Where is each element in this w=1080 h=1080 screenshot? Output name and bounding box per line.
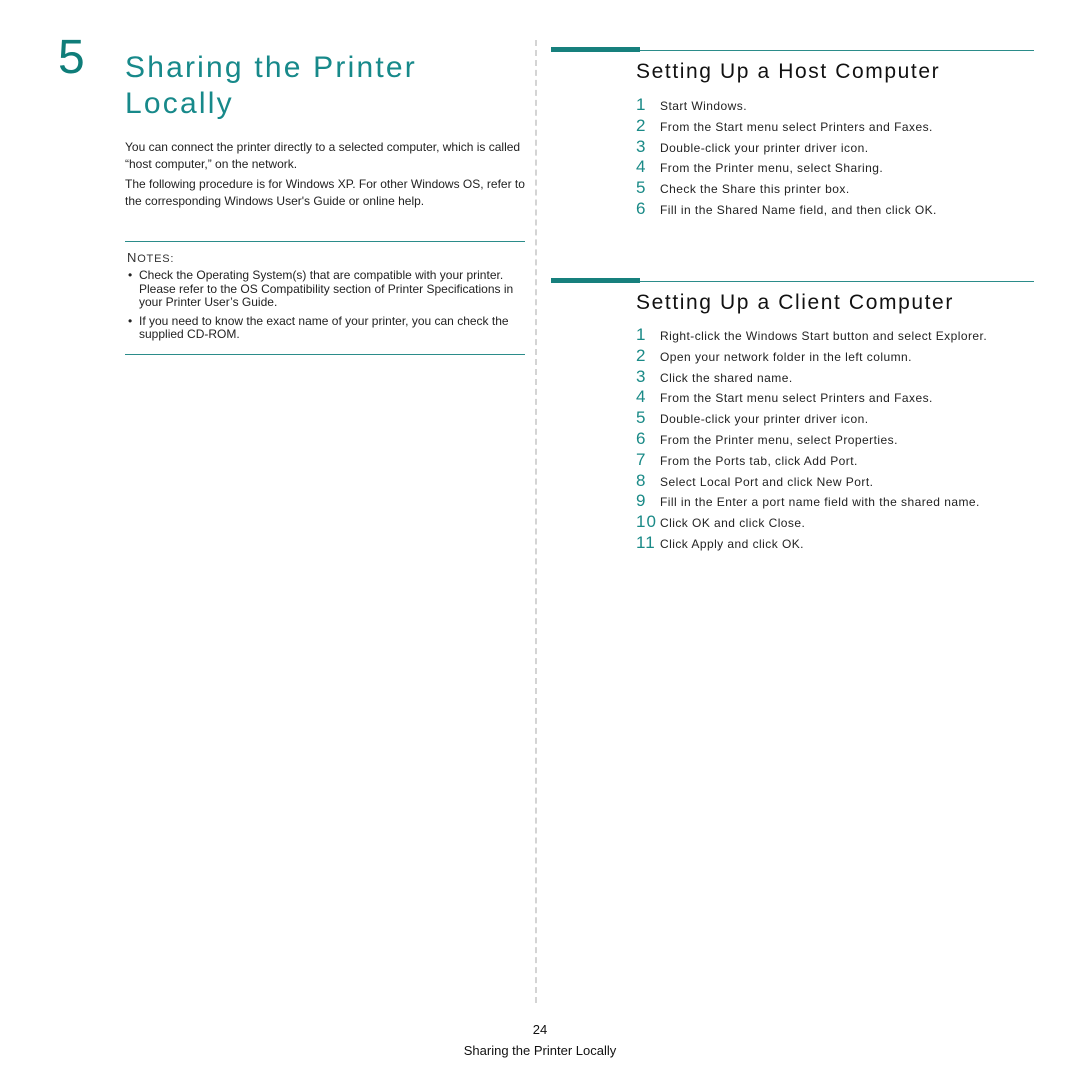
step-item: 11 Click Apply and click OK. xyxy=(636,533,1034,554)
intro-paragraph: The following procedure is for Windows X… xyxy=(125,177,525,208)
step-number: 4 xyxy=(636,157,646,177)
notes-box: NOTES: Check the Operating System(s) tha… xyxy=(125,241,525,355)
step-text: Double-click your printer driver icon. xyxy=(660,412,869,427)
step-item: 3 Click the shared name. xyxy=(636,367,1034,388)
step-item: 7 From the Ports tab, click Add Port. xyxy=(636,450,1034,471)
step-text: Click Apply and click OK. xyxy=(660,536,804,551)
note-item: Check the Operating System(s) that are c… xyxy=(125,268,525,310)
step-text: From the Start menu select Printers and … xyxy=(660,119,933,134)
host-computer-section: Setting Up a Host Computer 1 Start Window… xyxy=(551,47,1034,220)
step-item: 9 Fill in the Enter a port name field wit… xyxy=(636,491,1034,512)
step-text: Click the shared name. xyxy=(660,370,793,385)
step-text: From the Printer menu, select Properties… xyxy=(660,432,898,447)
client-steps-list: 1 Right-click the Windows Start button an… xyxy=(636,325,1034,554)
step-number: 4 xyxy=(636,387,646,407)
step-item: 6 From the Printer menu, select Propertie… xyxy=(636,429,1034,450)
step-item: 8 Select Local Port and click New Port. xyxy=(636,471,1034,492)
step-number: 1 xyxy=(636,95,646,114)
step-item: 6 Fill in the Shared Name field, and then… xyxy=(636,199,1034,220)
step-number: 6 xyxy=(636,428,646,448)
step-number: 9 xyxy=(636,491,646,511)
section-title: Setting Up a Client Computer xyxy=(636,291,954,314)
step-item: 4 From the Start menu select Printers and… xyxy=(636,387,1034,408)
step-item: 10 Click OK and click Close. xyxy=(636,512,1034,533)
notes-title: NOTES: xyxy=(127,250,175,265)
step-number: 7 xyxy=(636,449,646,469)
step-text: Check the Share this printer box. xyxy=(660,182,850,197)
chapter-number: 5 xyxy=(58,31,85,84)
column-divider xyxy=(535,40,537,1003)
step-number: 11 xyxy=(636,532,656,552)
step-item: 1 Right-click the Windows Start button an… xyxy=(636,325,1034,346)
step-item: 5 Double-click your printer driver icon. xyxy=(636,408,1034,429)
step-number: 6 xyxy=(636,198,646,218)
step-item: 2 From the Start menu select Printers and… xyxy=(636,116,1034,137)
step-number: 5 xyxy=(636,408,646,428)
step-text: Start Windows. xyxy=(660,99,747,113)
step-number: 3 xyxy=(636,136,646,156)
step-text: Fill in the Enter a port name field with… xyxy=(660,495,980,510)
step-number: 2 xyxy=(636,115,646,135)
step-number: 1 xyxy=(636,325,646,344)
running-footer-title: Sharing the Printer Locally xyxy=(463,1043,617,1058)
client-computer-section: Setting Up a Client Computer 1 Right-clic… xyxy=(551,278,1034,554)
intro-text: You can connect the printer directly to … xyxy=(125,139,525,213)
step-text: Double-click your printer driver icon. xyxy=(660,140,869,155)
step-item: 4 From the Printer menu, select Sharing. xyxy=(636,157,1034,178)
step-item: 2 Open your network folder in the left co… xyxy=(636,346,1034,367)
step-item: 5 Check the Share this printer box. xyxy=(636,178,1034,199)
notes-list: Check the Operating System(s) that are c… xyxy=(125,268,525,342)
step-item: 3 Double-click your printer driver icon. xyxy=(636,137,1034,158)
step-text: Select Local Port and click New Port. xyxy=(660,474,874,489)
step-item: 1 Start Windows. xyxy=(636,95,1034,116)
step-number: 5 xyxy=(636,178,646,198)
step-number: 8 xyxy=(636,470,646,490)
step-text: From the Start menu select Printers and … xyxy=(660,391,933,406)
step-number: 2 xyxy=(636,345,646,365)
step-text: Fill in the Shared Name field, and then … xyxy=(660,202,937,217)
step-number: 10 xyxy=(636,512,657,532)
section-title: Setting Up a Host Computer xyxy=(636,60,941,83)
host-steps-list: 1 Start Windows. 2 From the Start menu sel… xyxy=(636,95,1034,220)
intro-paragraph: You can connect the printer directly to … xyxy=(125,140,521,171)
note-item: If you need to know the exact name of yo… xyxy=(125,314,525,342)
chapter-title: Sharing the Printer Locally xyxy=(125,51,417,120)
step-text: From the Ports tab, click Add Port. xyxy=(660,453,858,468)
step-text: Open your network folder in the left col… xyxy=(660,349,912,364)
section-rule xyxy=(551,278,1034,284)
section-rule xyxy=(551,47,1034,53)
step-text: Right-click the Windows Start button and… xyxy=(660,329,988,343)
page-number: 24 xyxy=(532,1022,548,1037)
step-number: 3 xyxy=(636,366,646,386)
step-text: From the Printer menu, select Sharing. xyxy=(660,161,884,176)
step-text: Click OK and click Close. xyxy=(660,516,806,531)
